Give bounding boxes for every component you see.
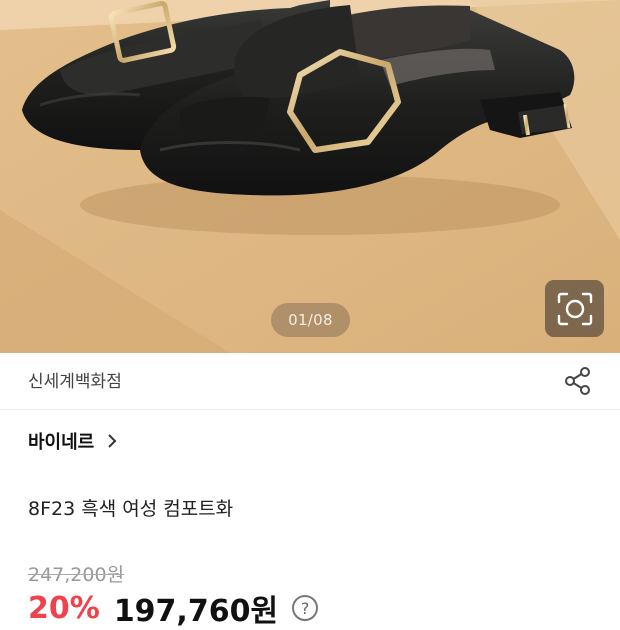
camera-search-icon: [557, 292, 592, 325]
product-title: 8F23 흑색 여성 컴포트화: [28, 498, 234, 520]
discount-rate: 20%: [28, 590, 100, 626]
store-name: 신세계백화점: [28, 372, 122, 392]
share-icon: [565, 367, 590, 395]
image-search-button[interactable]: [545, 280, 604, 337]
brand-name: 바이네르: [28, 432, 95, 453]
original-price: 247,200원: [28, 564, 125, 586]
price-help-icon[interactable]: ?: [292, 595, 319, 621]
store-row: 신세계백화점: [0, 353, 620, 410]
chevron-right-icon: [108, 434, 117, 448]
share-button[interactable]: [561, 364, 595, 398]
image-page-indicator: 01/08: [271, 303, 350, 337]
brand-link[interactable]: 바이네르: [28, 427, 118, 455]
product-image-carousel[interactable]: 01/08: [0, 0, 620, 353]
sale-price-row: 20% 197,760원 ?: [28, 588, 319, 629]
product-photo: [0, 0, 620, 353]
sale-price: 197,760원: [113, 594, 279, 629]
